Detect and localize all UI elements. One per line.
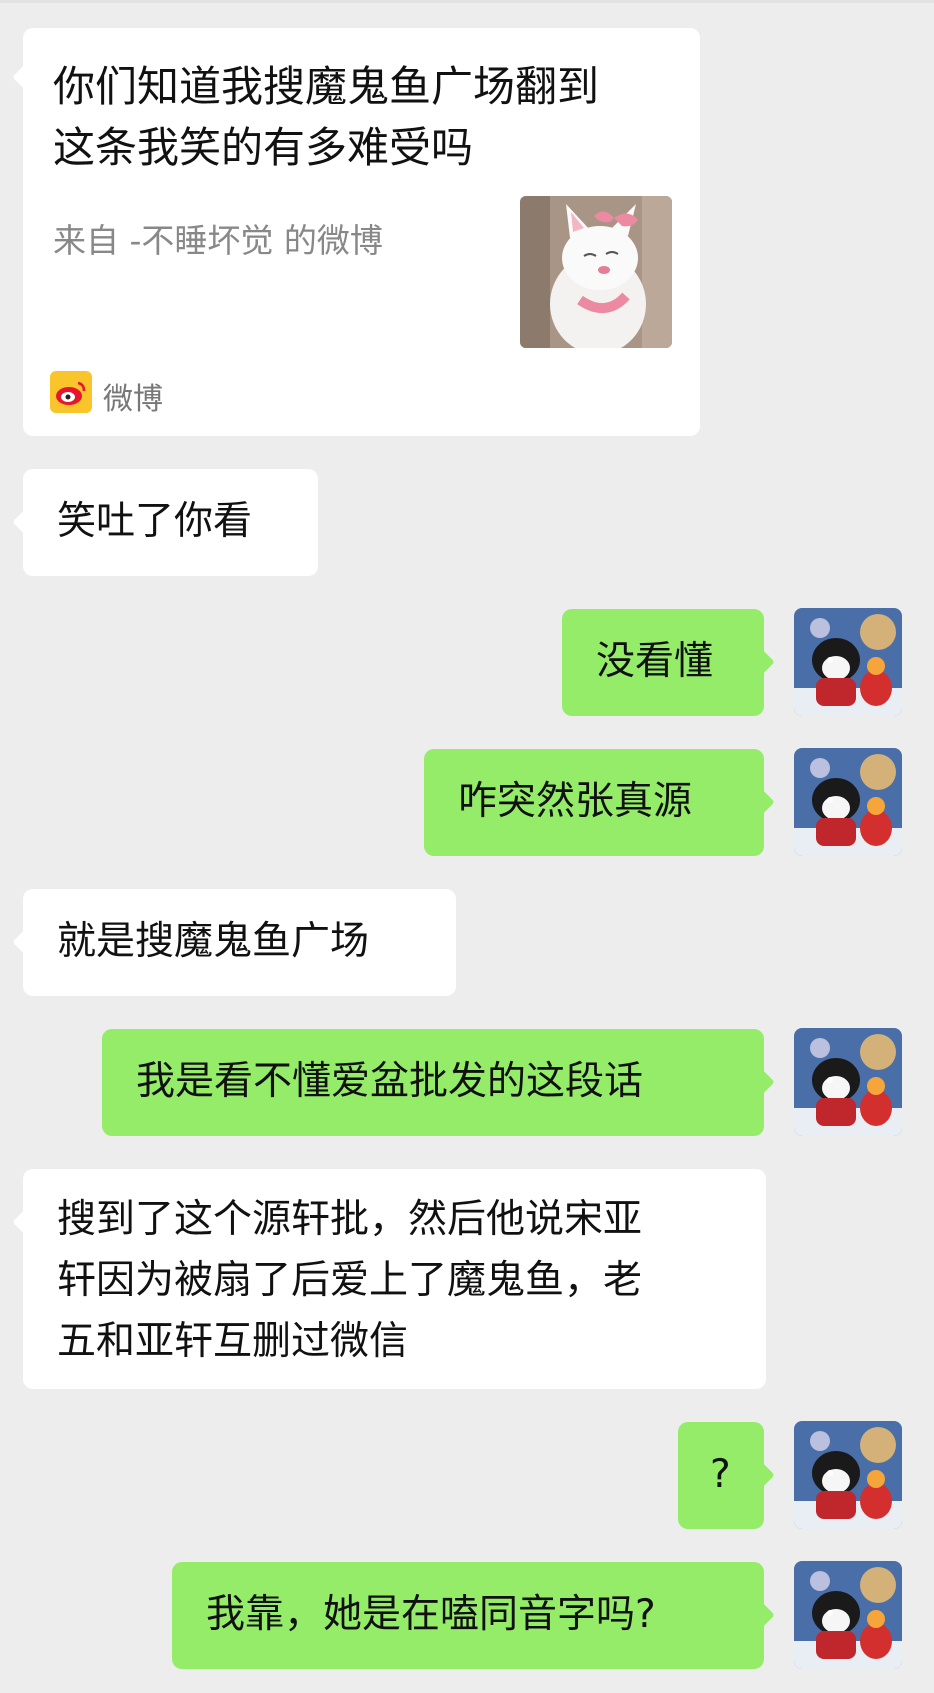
card-source: 来自 -不睡坏觉 的微博	[53, 221, 383, 260]
incoming-message[interactable]: 笑吐了你看	[12, 469, 318, 576]
user-avatar[interactable]	[794, 1028, 902, 1136]
bubble-tail	[12, 929, 38, 955]
outgoing-message[interactable]: 没看懂	[562, 609, 775, 716]
message-text: 笑吐了你看	[57, 499, 253, 544]
message-text: 我靠，她是在嗑同音字吗?	[206, 1592, 656, 1637]
outgoing-message[interactable]: ?	[678, 1422, 775, 1529]
message-text: 没看懂	[596, 639, 714, 684]
user-avatar[interactable]	[794, 748, 902, 856]
message-text: 轩因为被扇了后爱上了魔鬼鱼，老	[57, 1258, 643, 1303]
bubble-tail	[12, 1209, 38, 1235]
bubble-tail	[749, 1462, 775, 1488]
bubble-tail	[749, 789, 775, 815]
card-title-line: 这条我笑的有多难受吗	[53, 123, 474, 172]
outgoing-message[interactable]: 我靠，她是在嗑同音字吗?	[172, 1562, 775, 1669]
message-text: 就是搜魔鬼鱼广场	[57, 919, 370, 964]
bubble-tail	[749, 1069, 775, 1095]
user-avatar[interactable]	[794, 1421, 902, 1529]
message-text: 咋突然张真源	[458, 779, 693, 824]
bubble-tail	[12, 509, 38, 535]
message-text: ?	[710, 1452, 731, 1497]
message-text: 我是看不懂爱盆批发的这段话	[136, 1059, 644, 1104]
outgoing-message[interactable]: 咋突然张真源	[424, 749, 775, 856]
shared-weibo-card[interactable]: 你们知道我搜魔鬼鱼广场翻到 这条我笑的有多难受吗 来自 -不睡坏觉 的微博 微博	[12, 28, 700, 436]
incoming-message[interactable]: 就是搜魔鬼鱼广场	[12, 889, 456, 996]
card-title: 你们知道我搜魔鬼鱼广场翻到 这条我笑的有多难受吗	[53, 56, 599, 178]
message-text: 五和亚轩互删过微信	[57, 1319, 409, 1364]
weibo-icon	[50, 371, 92, 413]
outgoing-message[interactable]: 我是看不懂爱盆批发的这段话	[102, 1029, 775, 1136]
card-app-name: 微博	[103, 382, 163, 417]
bubble-tail	[749, 649, 775, 675]
cartoon-cat-thumbnail	[520, 196, 672, 348]
incoming-message[interactable]: 搜到了这个源轩批，然后他说宋亚 轩因为被扇了后爱上了魔鬼鱼，老 五和亚轩互删过微…	[12, 1169, 766, 1389]
user-avatar[interactable]	[794, 608, 902, 716]
bubble-tail	[749, 1602, 775, 1628]
card-title-line: 你们知道我搜魔鬼鱼广场翻到	[53, 62, 600, 111]
user-avatar[interactable]	[794, 1561, 902, 1669]
top-divider	[0, 0, 934, 3]
bubble-tail	[12, 64, 38, 90]
message-text: 搜到了这个源轩批，然后他说宋亚	[57, 1197, 643, 1242]
